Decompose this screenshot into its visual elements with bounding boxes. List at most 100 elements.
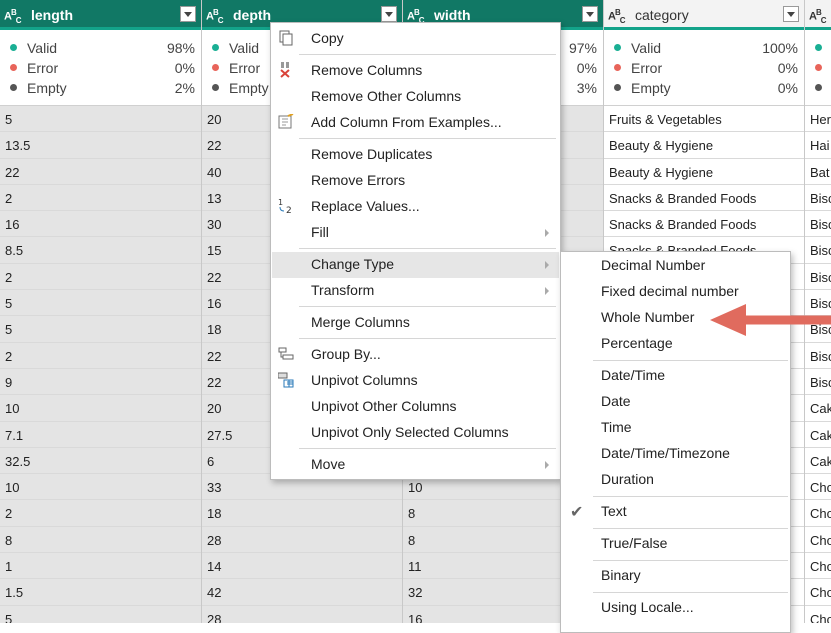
- error-label: Error: [229, 60, 261, 76]
- menu-item-remove-errors[interactable]: Remove Errors: [272, 168, 559, 194]
- table-cell[interactable]: Cak: [805, 395, 831, 422]
- table-cell[interactable]: Bisc: [805, 237, 831, 264]
- table-cell[interactable]: 28: [202, 526, 402, 554]
- table-cell[interactable]: Beauty & Hygiene: [604, 159, 804, 185]
- table-cell[interactable]: Snacks & Branded Foods: [604, 185, 804, 212]
- table-cell[interactable]: 8: [0, 526, 201, 554]
- type-decimal-number[interactable]: Decimal Number: [562, 253, 789, 279]
- table-cell[interactable]: 42: [202, 579, 402, 606]
- filter-dropdown-icon[interactable]: [582, 6, 598, 22]
- type-date-time-timezone[interactable]: Date/Time/Timezone: [562, 441, 789, 467]
- table-cell[interactable]: 2: [0, 500, 201, 527]
- type-date-time[interactable]: Date/Time: [562, 363, 789, 389]
- table-cell[interactable]: 32.5: [0, 447, 201, 475]
- menu-item-unpivot-only-selected[interactable]: Unpivot Only Selected Columns: [272, 420, 559, 446]
- table-cell[interactable]: Bat: [805, 159, 831, 185]
- table-cell[interactable]: Bisc: [805, 185, 831, 212]
- table-cell[interactable]: 28: [202, 605, 402, 623]
- valid-label: Valid: [229, 40, 260, 56]
- type-time[interactable]: Time: [562, 415, 789, 441]
- column-header-length[interactable]: ABC length: [0, 0, 201, 30]
- table-cell[interactable]: 5: [0, 290, 201, 317]
- table-cell[interactable]: Cho: [805, 500, 831, 527]
- table-cell[interactable]: Bisc: [805, 211, 831, 238]
- text-type-icon[interactable]: ABC: [608, 8, 625, 25]
- table-cell[interactable]: Cho: [805, 606, 831, 623]
- menu-item-label: Duration: [601, 471, 654, 487]
- table-cell[interactable]: 10: [0, 395, 201, 422]
- table-cell[interactable]: 7.1: [0, 421, 201, 448]
- menu-item-move[interactable]: Move: [272, 452, 559, 478]
- table-cell[interactable]: 2: [0, 184, 201, 212]
- menu-item-add-column-from-examples[interactable]: Add Column From Examples...: [272, 110, 559, 136]
- menu-item-remove-other-columns[interactable]: Remove Other Columns: [272, 84, 559, 110]
- type-text[interactable]: ✔ Text: [562, 499, 789, 525]
- column-header-partial[interactable]: ABC: [805, 0, 831, 30]
- table-cell[interactable]: 16: [0, 211, 201, 238]
- error-label: Error: [27, 60, 59, 76]
- menu-item-remove-duplicates[interactable]: Remove Duplicates: [272, 142, 559, 168]
- table-cell[interactable]: Cho: [805, 579, 831, 606]
- menu-item-label: Unpivot Columns: [311, 372, 418, 388]
- table-cell[interactable]: Beauty & Hygiene: [604, 132, 804, 159]
- menu-item-fill[interactable]: Fill: [272, 220, 559, 246]
- table-cell[interactable]: 10: [0, 474, 201, 501]
- menu-item-merge-columns[interactable]: Merge Columns: [272, 310, 559, 336]
- column-header-category[interactable]: ABC category: [604, 0, 804, 30]
- filter-dropdown-icon[interactable]: [783, 6, 799, 22]
- table-cell[interactable]: 9: [0, 368, 201, 396]
- table-cell[interactable]: 14: [202, 553, 402, 580]
- menu-item-copy[interactable]: Copy: [272, 26, 559, 52]
- table-cell[interactable]: Cak: [805, 448, 831, 475]
- menu-separator: [593, 592, 788, 593]
- table-cell[interactable]: 22: [0, 158, 201, 185]
- text-type-icon[interactable]: ABC: [809, 8, 826, 25]
- table-cell[interactable]: 1.5: [0, 579, 201, 606]
- type-duration[interactable]: Duration: [562, 467, 789, 493]
- menu-item-change-type[interactable]: Change Type: [272, 252, 559, 278]
- menu-item-transform[interactable]: Transform: [272, 278, 559, 304]
- table-cell[interactable]: 8.5: [0, 237, 201, 264]
- table-cell[interactable]: Cak: [805, 422, 831, 448]
- table-cell[interactable]: 5: [0, 605, 201, 623]
- type-date[interactable]: Date: [562, 389, 789, 415]
- table-cell[interactable]: 18: [202, 500, 402, 527]
- table-cell[interactable]: Snacks & Branded Foods: [604, 211, 804, 238]
- menu-item-label: Fixed decimal number: [601, 283, 739, 299]
- menu-separator: [299, 306, 556, 307]
- table-cell[interactable]: Cho: [805, 553, 831, 580]
- menu-item-label: Merge Columns: [311, 314, 410, 330]
- menu-item-unpivot-columns[interactable]: Unpivot Columns: [272, 368, 559, 394]
- type-true-false[interactable]: True/False: [562, 531, 789, 557]
- table-cell[interactable]: Bisc: [805, 369, 831, 396]
- column-length[interactable]: ABC length Valid 98% Error 0% Empty 2% 5 13.…: [0, 0, 201, 623]
- empty-label: Empty: [27, 80, 67, 96]
- table-cell[interactable]: Cho: [805, 527, 831, 554]
- menu-item-replace-values[interactable]: 12 Replace Values...: [272, 194, 559, 220]
- table-cell[interactable]: 5: [0, 316, 201, 343]
- filter-dropdown-icon[interactable]: [180, 6, 196, 22]
- type-binary[interactable]: Binary: [562, 563, 789, 589]
- table-cell[interactable]: Bisc: [805, 343, 831, 369]
- table-cell[interactable]: 1: [0, 553, 201, 580]
- type-using-locale[interactable]: Using Locale...: [562, 595, 789, 621]
- table-cell[interactable]: Hai: [805, 132, 831, 159]
- text-type-icon[interactable]: ABC: [4, 8, 21, 25]
- table-cell[interactable]: 13.5: [0, 132, 201, 159]
- text-type-icon[interactable]: ABC: [206, 8, 223, 25]
- menu-item-unpivot-other-columns[interactable]: Unpivot Other Columns: [272, 394, 559, 420]
- table-cell[interactable]: 2: [0, 263, 201, 291]
- submenu-arrow-icon: [545, 287, 549, 295]
- table-cell[interactable]: 2: [0, 342, 201, 369]
- menu-item-remove-columns[interactable]: Remove Columns: [272, 58, 559, 84]
- filter-dropdown-icon[interactable]: [381, 6, 397, 22]
- valid-value: 100%: [762, 40, 798, 56]
- menu-item-label: Fill: [311, 224, 329, 240]
- table-cell[interactable]: 5: [0, 106, 201, 133]
- menu-item-group-by[interactable]: Group By...: [272, 342, 559, 368]
- table-cell[interactable]: Cho: [805, 474, 831, 501]
- table-cell[interactable]: Fruits & Vegetables: [604, 106, 804, 133]
- table-cell[interactable]: Bisc: [805, 264, 831, 291]
- valid-label: Valid: [27, 40, 58, 56]
- table-cell[interactable]: Her: [805, 106, 831, 133]
